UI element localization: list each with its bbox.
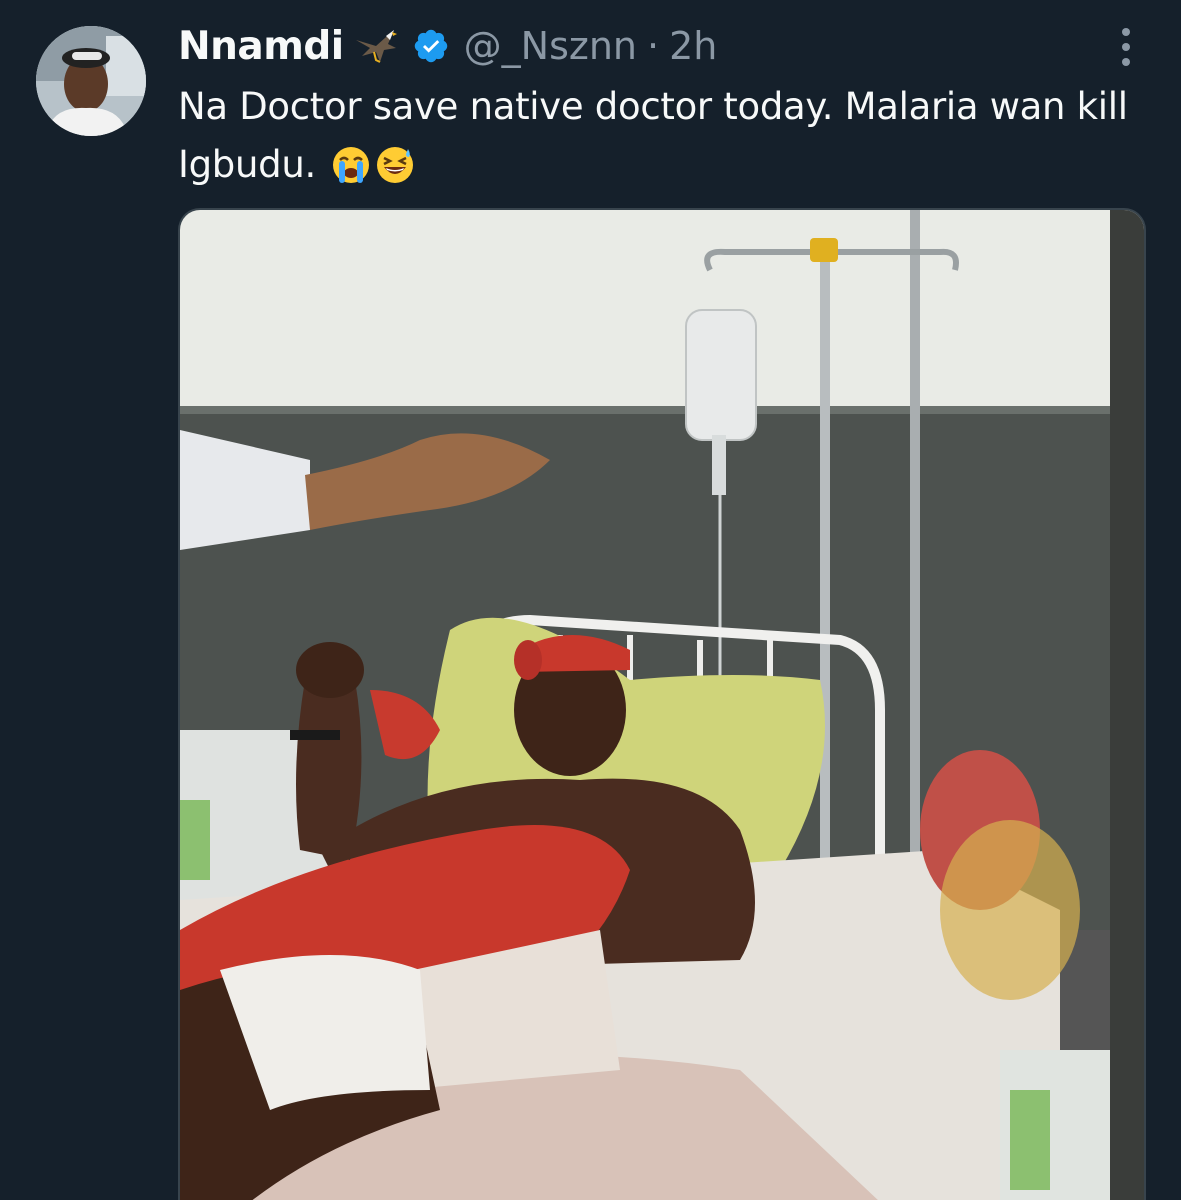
more-options-icon[interactable] [1108, 22, 1144, 72]
verified-badge-icon [412, 27, 450, 65]
separator-dot: · [647, 24, 660, 68]
timestamp[interactable]: 2h [669, 24, 717, 68]
tweet[interactable]: Nnamdi @_Nsznn · 2h Na Doctor save nativ… [0, 0, 1181, 1200]
tweet-text: Na Doctor save native doctor today. Mala… [178, 85, 1128, 186]
display-name[interactable]: Nnamdi [178, 24, 344, 69]
loudly-crying-face-icon [331, 144, 371, 202]
eagle-icon [354, 26, 398, 66]
avatar-image [36, 26, 146, 136]
tweet-text-container: Na Doctor save native doctor today. Mala… [178, 78, 1138, 202]
user-handle[interactable]: @_Nsznn [464, 24, 637, 68]
hospital-bed-photo [180, 210, 1144, 1200]
avatar[interactable] [36, 26, 146, 136]
grinning-squinting-face-with-sweat-icon [375, 144, 415, 202]
tweet-media-photo[interactable] [178, 208, 1146, 1200]
tweet-header: Nnamdi @_Nsznn · 2h [178, 20, 717, 72]
